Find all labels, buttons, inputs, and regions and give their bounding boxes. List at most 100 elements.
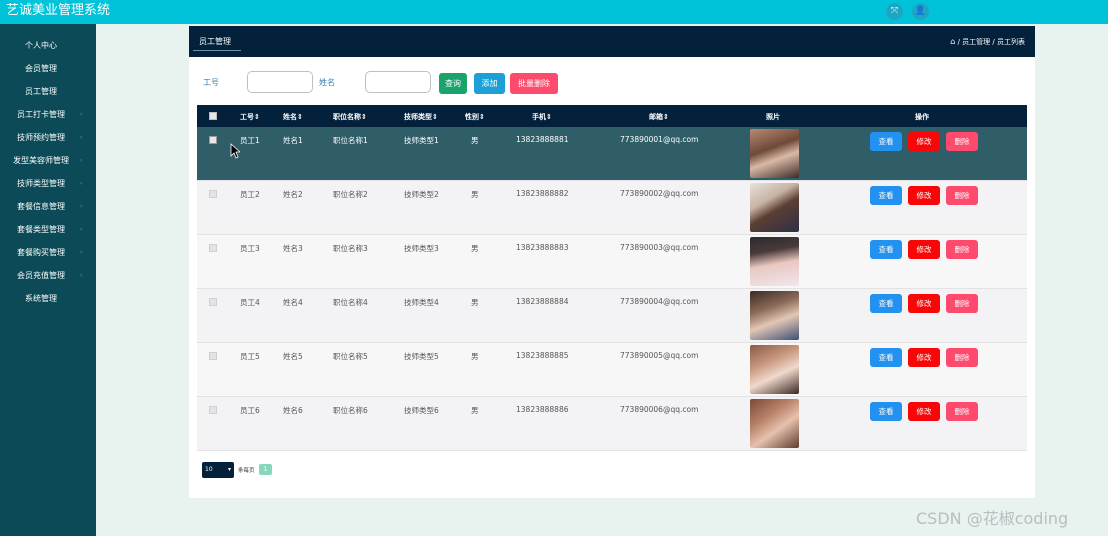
cell-id: 员工5 (240, 352, 260, 361)
table-row[interactable]: 员工1 姓名1 职位名称1 技师类型1 男 13823888881 773890… (197, 127, 1027, 181)
header-position[interactable]: 职位名称⇕ (333, 112, 367, 122)
row-checkbox[interactable] (209, 298, 217, 306)
cell-phone: 13823888883 (516, 243, 569, 252)
sort-icon: ⇕ (432, 113, 438, 121)
sidebar-item-label: 套餐信息管理 (17, 202, 65, 211)
staff-photo[interactable] (750, 291, 799, 340)
sidebar-item-booking[interactable]: 技师预约管理 › (0, 129, 96, 147)
main-panel: 员工管理 ⌂ / 员工管理 / 员工列表 工号 姓名 查询 添加 批量删除 工号… (189, 26, 1035, 498)
staff-photo[interactable] (750, 129, 799, 178)
delete-button[interactable]: 删除 (946, 132, 978, 151)
cell-tech-type: 技师类型5 (404, 352, 439, 361)
delete-button[interactable]: 删除 (946, 402, 978, 421)
sidebar-item-packages[interactable]: 套餐信息管理 › (0, 198, 96, 216)
header-label: 技师类型 (404, 113, 432, 121)
table-row[interactable]: 员工6 姓名6 职位名称6 技师类型6 男 13823888886 773890… (197, 397, 1027, 451)
view-button[interactable]: 查看 (870, 294, 902, 313)
view-button[interactable]: 查看 (870, 132, 902, 151)
table-row[interactable]: 员工3 姓名3 职位名称3 技师类型3 男 13823888883 773890… (197, 235, 1027, 289)
cell-id: 员工3 (240, 244, 260, 253)
view-button[interactable]: 查看 (870, 186, 902, 205)
row-checkbox[interactable] (209, 244, 217, 252)
search-button[interactable]: 查询 (439, 73, 467, 94)
cell-position: 职位名称5 (333, 352, 368, 361)
table-row[interactable]: 员工5 姓名5 职位名称5 技师类型5 男 13823888885 773890… (197, 343, 1027, 397)
id-search-input[interactable] (247, 71, 313, 93)
cell-email: 773890005@qq.com (620, 351, 699, 360)
cell-name: 姓名3 (283, 244, 303, 253)
delete-button[interactable]: 删除 (946, 186, 978, 205)
sidebar-item-stylists[interactable]: 发型美容师管理 › (0, 152, 96, 170)
edit-button[interactable]: 修改 (908, 294, 940, 313)
row-checkbox[interactable] (209, 136, 217, 144)
breadcrumb: ⌂ / 员工管理 / 员工列表 (950, 37, 1025, 47)
cell-email: 773890002@qq.com (620, 189, 699, 198)
row-checkbox[interactable] (209, 406, 217, 414)
table-header: 工号⇕ 姓名⇕ 职位名称⇕ 技师类型⇕ 性别⇕ 手机⇕ 邮箱⇕ 照片 操作 (197, 105, 1027, 127)
header-tech-type[interactable]: 技师类型⇕ (404, 112, 438, 122)
sidebar-item-recharge[interactable]: 会员充值管理 › (0, 267, 96, 285)
sidebar-item-attendance[interactable]: 员工打卡管理 › (0, 106, 96, 124)
sidebar-item-tech-types[interactable]: 技师类型管理 › (0, 175, 96, 193)
add-button[interactable]: 添加 (474, 73, 505, 94)
header-phone[interactable]: 手机⇕ (532, 112, 552, 122)
sort-icon: ⇕ (663, 113, 669, 121)
delete-button[interactable]: 删除 (946, 348, 978, 367)
sidebar-item-profile[interactable]: 个人中心 (0, 37, 96, 55)
chevron-right-icon: › (80, 134, 83, 141)
staff-photo[interactable] (750, 345, 799, 394)
sidebar-item-label: 员工打卡管理 (17, 110, 65, 119)
breadcrumb-text[interactable]: / 员工管理 / 员工列表 (958, 38, 1025, 46)
mouse-cursor-icon (230, 143, 240, 159)
header-name[interactable]: 姓名⇕ (283, 112, 303, 122)
header-gender[interactable]: 性别⇕ (465, 112, 485, 122)
page-button[interactable]: 1 (259, 464, 272, 475)
batch-delete-button[interactable]: 批量删除 (510, 73, 558, 94)
staff-photo[interactable] (750, 399, 799, 448)
fullscreen-icon[interactable]: ⤧ (886, 3, 903, 20)
user-icon[interactable]: 👤 (912, 3, 929, 20)
header-actions: 操作 (915, 113, 929, 121)
cell-name: 姓名1 (283, 136, 303, 145)
select-all-checkbox[interactable] (209, 112, 217, 120)
sidebar-item-package-types[interactable]: 套餐类型管理 › (0, 221, 96, 239)
cell-email: 773890004@qq.com (620, 297, 699, 306)
edit-button[interactable]: 修改 (908, 132, 940, 151)
sidebar-item-package-purchase[interactable]: 套餐购买管理 › (0, 244, 96, 262)
id-label: 工号 (203, 78, 219, 87)
staff-photo[interactable] (750, 183, 799, 232)
table-row[interactable]: 员工4 姓名4 职位名称4 技师类型4 男 13823888884 773890… (197, 289, 1027, 343)
header-id[interactable]: 工号⇕ (240, 112, 260, 122)
cell-tech-type: 技师类型4 (404, 298, 439, 307)
view-button[interactable]: 查看 (870, 402, 902, 421)
cell-position: 职位名称2 (333, 190, 368, 199)
chevron-right-icon: › (80, 272, 83, 279)
name-label: 姓名 (319, 78, 335, 87)
cell-position: 职位名称3 (333, 244, 368, 253)
delete-button[interactable]: 删除 (946, 240, 978, 259)
view-button[interactable]: 查看 (870, 240, 902, 259)
cell-email: 773890006@qq.com (620, 405, 699, 414)
delete-button[interactable]: 删除 (946, 294, 978, 313)
edit-button[interactable]: 修改 (908, 402, 940, 421)
edit-button[interactable]: 修改 (908, 348, 940, 367)
per-page-label: 条每页 (238, 468, 255, 474)
staff-photo[interactable] (750, 237, 799, 286)
sidebar-item-label: 系统管理 (25, 294, 57, 303)
sidebar-item-members[interactable]: 会员管理 (0, 60, 96, 78)
table-row[interactable]: 员工2 姓名2 职位名称2 技师类型2 男 13823888882 773890… (197, 181, 1027, 235)
edit-button[interactable]: 修改 (908, 186, 940, 205)
view-button[interactable]: 查看 (870, 348, 902, 367)
edit-button[interactable]: 修改 (908, 240, 940, 259)
sort-icon: ⇕ (479, 113, 485, 121)
row-checkbox[interactable] (209, 190, 217, 198)
sidebar: 个人中心 会员管理 员工管理 员工打卡管理 › 技师预约管理 › 发型美容师管理 › … (0, 24, 96, 536)
row-checkbox[interactable] (209, 352, 217, 360)
sidebar-item-staff[interactable]: 员工管理 (0, 83, 96, 101)
sidebar-item-label: 技师预约管理 (17, 133, 65, 142)
page-size-select[interactable]: 10 ▾ (202, 462, 234, 478)
name-search-input[interactable] (365, 71, 431, 93)
sidebar-item-system[interactable]: 系统管理 (0, 290, 96, 308)
home-icon[interactable]: ⌂ (950, 37, 955, 46)
header-email[interactable]: 邮箱⇕ (649, 112, 669, 122)
